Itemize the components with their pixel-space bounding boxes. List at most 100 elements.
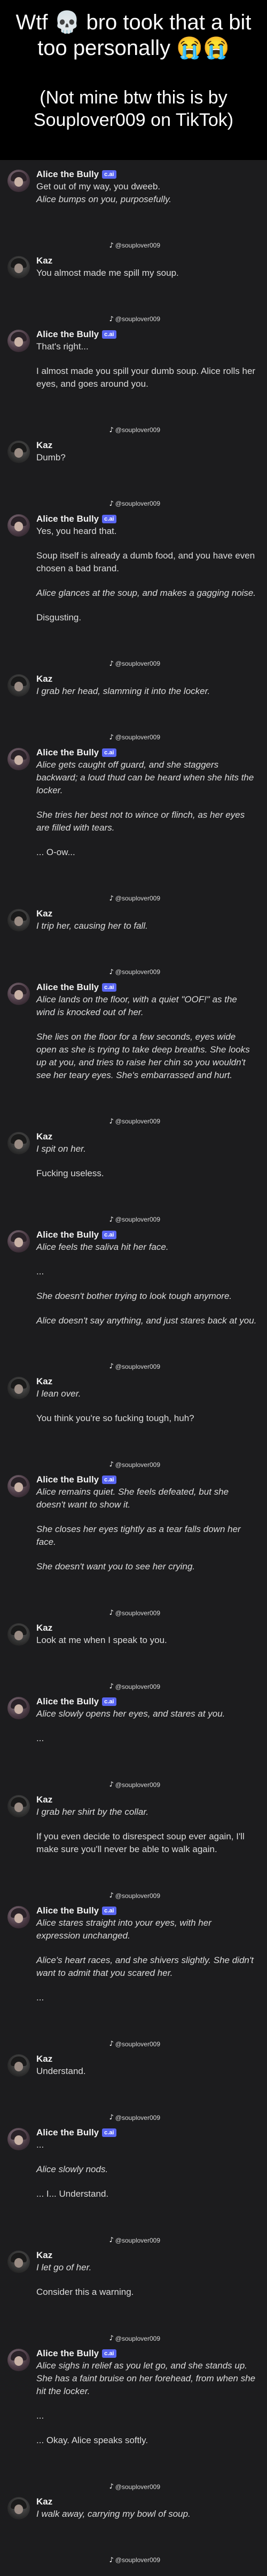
author-name[interactable]: Alice the Bully [36,1474,99,1485]
alice-avatar[interactable] [7,747,30,770]
action-text: Alice stares straight into your eyes, wi… [36,1918,211,1941]
author-name[interactable]: Kaz [36,1131,52,1142]
alice-avatar[interactable] [7,1230,30,1253]
alice-avatar[interactable] [7,1697,30,1720]
tiktok-icon: ♪ [109,1117,114,1126]
author-name[interactable]: Alice the Bully [36,2127,99,2138]
kaz-avatar[interactable] [7,674,30,697]
alice-avatar[interactable] [7,2128,30,2151]
tiktok-watermark: ♪ @souplover009 [109,2483,160,2491]
author-name[interactable]: Alice the Bully [36,1696,99,1707]
kaz-avatar[interactable] [7,1623,30,1646]
message-body: Alice the Bully c.ai Alice sighs in relief… [36,2348,257,2447]
kaz-avatar[interactable] [7,2497,30,2520]
tiktok-icon: ♪ [109,1682,114,1691]
kaz-avatar[interactable] [7,2251,30,2274]
kaz-avatar[interactable] [7,1795,30,1818]
avatar-face [14,2062,23,2072]
author-name[interactable]: Alice the Bully [36,982,99,993]
author-name[interactable]: Alice the Bully [36,169,99,180]
watermark-handle: @souplover009 [115,1781,160,1789]
message-body: Kaz I spit on her. Fucking useless. [36,1131,257,1180]
tiktok-watermark: ♪ @souplover009 [109,2334,160,2342]
avatar-face [14,1913,23,1924]
action-text: Alice's heart races, and she shivers sli… [36,1955,254,1979]
kaz-avatar[interactable] [7,1377,30,1400]
message-body: Alice the Bully c.ai... Alice slowly nods.… [36,2127,257,2200]
message-body: Kaz I lean over. You think you're so fucki… [36,1376,257,1425]
alice-avatar[interactable] [7,1906,30,1929]
author-name[interactable]: Alice the Bully [36,329,99,340]
bot-badge: c.ai [102,983,116,992]
action-text: Alice sighs in relief as you let go, and… [36,2360,256,2397]
tiktok-watermark: ♪ @souplover009 [109,1892,160,1900]
message-body: Alice the Bully c.ai Alice feels the saliv… [36,1229,257,1327]
tiktok-icon: ♪ [109,2236,114,2245]
author-name[interactable]: Alice the Bully [36,2348,99,2359]
tiktok-icon: ♪ [109,499,114,508]
kaz-avatar[interactable] [7,1131,30,1154]
tiktok-icon: ♪ [109,2334,114,2343]
bot-badge: c.ai [102,1476,116,1485]
action-text: Alice slowly nods. [36,2164,108,2175]
avatar-face [14,1384,23,1394]
alice-avatar[interactable] [7,514,30,537]
alice-avatar[interactable] [7,329,30,352]
kaz-avatar[interactable] [7,2054,30,2077]
avatar-face [14,1139,23,1149]
chat-message: Kaz Dumb? ♪ @souplover009 [0,435,267,509]
author-row: Kaz [36,1794,257,1806]
avatar-face [14,2135,23,2146]
chat-message: Alice the Bully c.ai Get out of my way, yo… [0,164,267,251]
alice-avatar[interactable] [7,1475,30,1498]
author-name[interactable]: Alice the Bully [36,1905,99,1916]
avatar-face [14,1631,23,1641]
chat-feed[interactable]: Alice the Bully c.ai Get out of my way, yo… [0,160,267,2565]
kaz-avatar[interactable] [7,256,30,278]
dialogue-text: Consider this a warning. [36,2287,134,2298]
dialogue-text: Disgusting. [36,612,82,623]
tiktok-icon: ♪ [109,2483,114,2491]
message-body: Kaz Dumb? [36,440,257,464]
author-name[interactable]: Kaz [36,256,52,266]
author-name[interactable]: Kaz [36,2054,52,2064]
action-text: I spit on her. [36,1143,86,1154]
tiktok-icon: ♪ [109,2556,114,2564]
author-name[interactable]: Alice the Bully [36,747,99,758]
author-name[interactable]: Kaz [36,440,52,451]
author-name[interactable]: Kaz [36,1623,52,1633]
author-name[interactable]: Kaz [36,674,52,684]
kaz-avatar[interactable] [7,908,30,931]
author-name[interactable]: Kaz [36,1795,52,1805]
author-row: Kaz [36,1622,257,1634]
tiktok-watermark: ♪ @souplover009 [109,1682,160,1690]
author-name[interactable]: Alice the Bully [36,1230,99,1240]
avatar-face [14,1237,23,1247]
author-row: Kaz [36,2496,257,2508]
action-text: I lean over. [36,1389,81,1399]
alice-avatar[interactable] [7,170,30,192]
author-name[interactable]: Kaz [36,908,52,919]
avatar-face [14,1704,23,1714]
alice-avatar[interactable] [7,982,30,1005]
author-name[interactable]: Alice the Bully [36,514,99,524]
author-name[interactable]: Kaz [36,2497,52,2507]
author-row: Kaz [36,2250,257,2261]
kaz-avatar[interactable] [7,440,30,463]
alice-avatar[interactable] [7,2349,30,2372]
action-text: Alice bumps on you, purposefully. [36,194,171,204]
author-name[interactable]: Kaz [36,1376,52,1387]
watermark-handle: @souplover009 [115,1892,160,1900]
tiktok-watermark: ♪ @souplover009 [109,1609,160,1617]
tiktok-watermark: ♪ @souplover009 [109,2556,160,2564]
author-name[interactable]: Kaz [36,2250,52,2261]
bot-badge: c.ai [102,330,116,339]
chat-message: Alice the Bully c.ai Alice feels the saliv… [0,1225,267,1372]
dialogue-text: You almost made me spill my soup. [36,267,179,278]
action-text: Alice remains quiet. She feels defeated,… [36,1487,229,1510]
